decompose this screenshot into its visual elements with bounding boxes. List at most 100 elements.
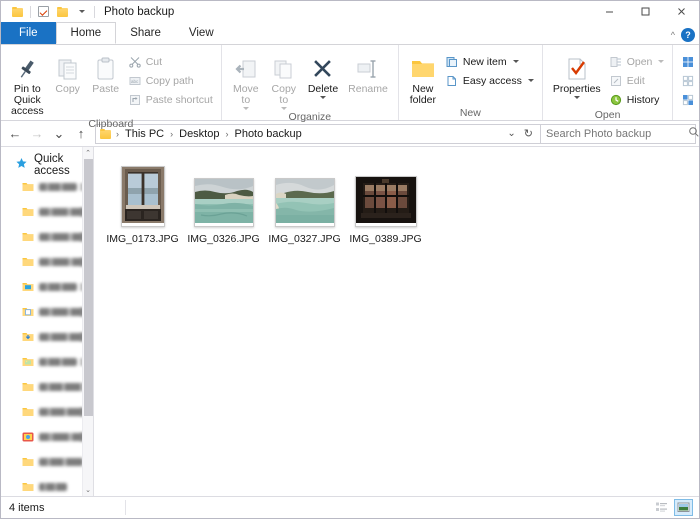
sidebar-item[interactable] bbox=[1, 349, 93, 374]
paste-button[interactable]: Paste bbox=[87, 50, 125, 95]
file-item[interactable]: IMG_0173.JPG bbox=[102, 157, 183, 249]
file-item[interactable]: IMG_0389.JPG bbox=[345, 157, 426, 249]
properties-button[interactable]: Properties bbox=[548, 50, 606, 99]
ribbon-group-title-select: Select bbox=[673, 108, 700, 122]
scroll-down-arrow-icon[interactable]: ⌄ bbox=[83, 484, 93, 496]
select-all-button[interactable]: Select all bbox=[678, 53, 700, 70]
customize-qat-caret-icon[interactable] bbox=[72, 2, 91, 21]
paste-shortcut-button[interactable]: Paste shortcut bbox=[125, 91, 216, 108]
clipboard-small-commands: Cut abc Copy path Paste shortcut bbox=[125, 50, 216, 108]
sidebar-item[interactable] bbox=[1, 299, 93, 324]
paste-shortcut-icon bbox=[128, 93, 142, 107]
sidebar-item[interactable] bbox=[1, 199, 93, 224]
sidebar-item-quick-access[interactable]: Quick access bbox=[1, 153, 93, 177]
details-view-button[interactable] bbox=[652, 499, 671, 516]
tab-share[interactable]: Share bbox=[116, 22, 175, 44]
file-thumbnail bbox=[120, 161, 165, 227]
ribbon-group-title-organize: Organize bbox=[288, 111, 332, 123]
delete-button[interactable]: Delete bbox=[303, 50, 343, 99]
refresh-icon[interactable]: ↻ bbox=[521, 127, 536, 140]
file-item[interactable]: IMG_0326.JPG bbox=[183, 157, 264, 249]
chevron-down-icon[interactable] bbox=[319, 96, 326, 99]
nav-tree: Quick access bbox=[1, 147, 93, 496]
invert-selection-button[interactable]: Invert selection bbox=[678, 91, 700, 108]
scroll-up-arrow-icon[interactable]: ⌃ bbox=[83, 147, 93, 159]
file-list-pane[interactable]: IMG_0173.JPG IMG_0326.JPG IMG_0327.JPG I… bbox=[93, 147, 699, 496]
collapse-ribbon-icon[interactable]: ^ bbox=[671, 30, 675, 40]
chevron-down-icon[interactable] bbox=[658, 60, 665, 63]
sidebar-item[interactable] bbox=[1, 424, 93, 449]
chevron-down-icon[interactable]: ⌄ bbox=[504, 128, 518, 139]
breadcrumb-photo-backup[interactable]: Photo backup bbox=[231, 128, 304, 140]
properties-check-icon[interactable] bbox=[34, 2, 53, 21]
move-to-button[interactable]: Move to bbox=[227, 50, 265, 110]
sidebar-item[interactable] bbox=[1, 174, 93, 199]
folder-icon bbox=[22, 256, 34, 268]
file-grid: IMG_0173.JPG IMG_0326.JPG IMG_0327.JPG I… bbox=[94, 147, 699, 249]
folder-icon bbox=[22, 181, 34, 193]
new-folder-icon[interactable] bbox=[53, 2, 72, 21]
sidebar-item[interactable] bbox=[1, 249, 93, 274]
rename-button[interactable]: Rename bbox=[343, 50, 393, 95]
easy-access-button[interactable]: Easy access bbox=[442, 72, 537, 89]
minimize-button[interactable] bbox=[591, 1, 627, 22]
chevron-down-icon[interactable] bbox=[527, 79, 534, 82]
history-icon bbox=[609, 93, 623, 107]
sidebar-item[interactable] bbox=[1, 399, 93, 424]
select-none-button[interactable]: Select none bbox=[678, 72, 700, 89]
new-item-button[interactable]: New item bbox=[442, 53, 537, 70]
maximize-button[interactable] bbox=[627, 1, 663, 22]
tab-file[interactable]: File bbox=[1, 22, 56, 44]
properties-label: Properties bbox=[552, 83, 601, 95]
sidebar-item[interactable] bbox=[1, 449, 93, 474]
status-bar: 4 items bbox=[1, 496, 699, 518]
svg-text:abc: abc bbox=[131, 79, 139, 84]
copy-button[interactable]: Copy bbox=[49, 50, 87, 95]
open-icon bbox=[609, 55, 623, 69]
copy-to-button[interactable]: Copy to bbox=[265, 50, 303, 110]
sidebar-item[interactable] bbox=[1, 224, 93, 249]
easy-access-label: Easy access bbox=[462, 74, 522, 87]
file-item[interactable]: IMG_0327.JPG bbox=[264, 157, 345, 249]
file-name: IMG_0327.JPG bbox=[268, 233, 341, 245]
tab-home[interactable]: Home bbox=[55, 22, 117, 44]
ribbon-group-select: Select all Select none Invert selection bbox=[672, 45, 700, 120]
history-button[interactable]: History bbox=[606, 91, 668, 108]
nav-scrollbar[interactable]: ⌃ ⌄ bbox=[82, 147, 93, 496]
open-small-commands: Open Edit History bbox=[606, 50, 668, 108]
search-input[interactable] bbox=[546, 127, 688, 140]
pin-label-line1: Pin to Quick bbox=[13, 83, 41, 106]
chevron-down-icon[interactable] bbox=[573, 96, 580, 99]
chevron-down-icon[interactable] bbox=[512, 60, 519, 63]
sidebar-item[interactable] bbox=[1, 324, 93, 349]
new-folder-button[interactable]: New folder bbox=[404, 50, 442, 106]
search-icon[interactable] bbox=[688, 126, 700, 141]
pin-to-quick-access-button[interactable]: Pin to Quick access bbox=[6, 50, 49, 117]
history-label: History bbox=[626, 93, 660, 106]
scissors-icon bbox=[128, 55, 142, 69]
copy-path-button[interactable]: abc Copy path bbox=[125, 72, 216, 89]
item-count: 4 items bbox=[9, 501, 45, 514]
edit-icon bbox=[609, 74, 623, 88]
ribbon-group-organize: Move to Copy to Delete Rename Organize bbox=[220, 45, 398, 123]
sidebar-item[interactable] bbox=[1, 274, 93, 299]
cut-button[interactable]: Cut bbox=[125, 53, 216, 70]
folder-icon bbox=[22, 456, 34, 468]
sidebar-item[interactable] bbox=[1, 474, 93, 496]
sidebar-item[interactable] bbox=[1, 374, 93, 399]
delete-x-icon bbox=[310, 52, 336, 84]
easy-access-icon bbox=[445, 74, 459, 88]
tab-view[interactable]: View bbox=[175, 22, 228, 44]
view-buttons bbox=[652, 499, 699, 516]
scrollbar-thumb[interactable] bbox=[84, 159, 93, 416]
edit-button[interactable]: Edit bbox=[606, 72, 668, 89]
search-box[interactable] bbox=[541, 123, 699, 144]
folder-icon[interactable] bbox=[8, 2, 27, 21]
help-icon[interactable]: ? bbox=[681, 28, 695, 42]
new-folder-icon bbox=[410, 52, 436, 84]
large-icons-view-button[interactable] bbox=[674, 499, 693, 516]
open-button[interactable]: Open bbox=[606, 53, 668, 70]
documents-folder-icon bbox=[22, 306, 34, 318]
photo-lake-landscape bbox=[193, 178, 254, 227]
close-button[interactable] bbox=[663, 1, 699, 22]
